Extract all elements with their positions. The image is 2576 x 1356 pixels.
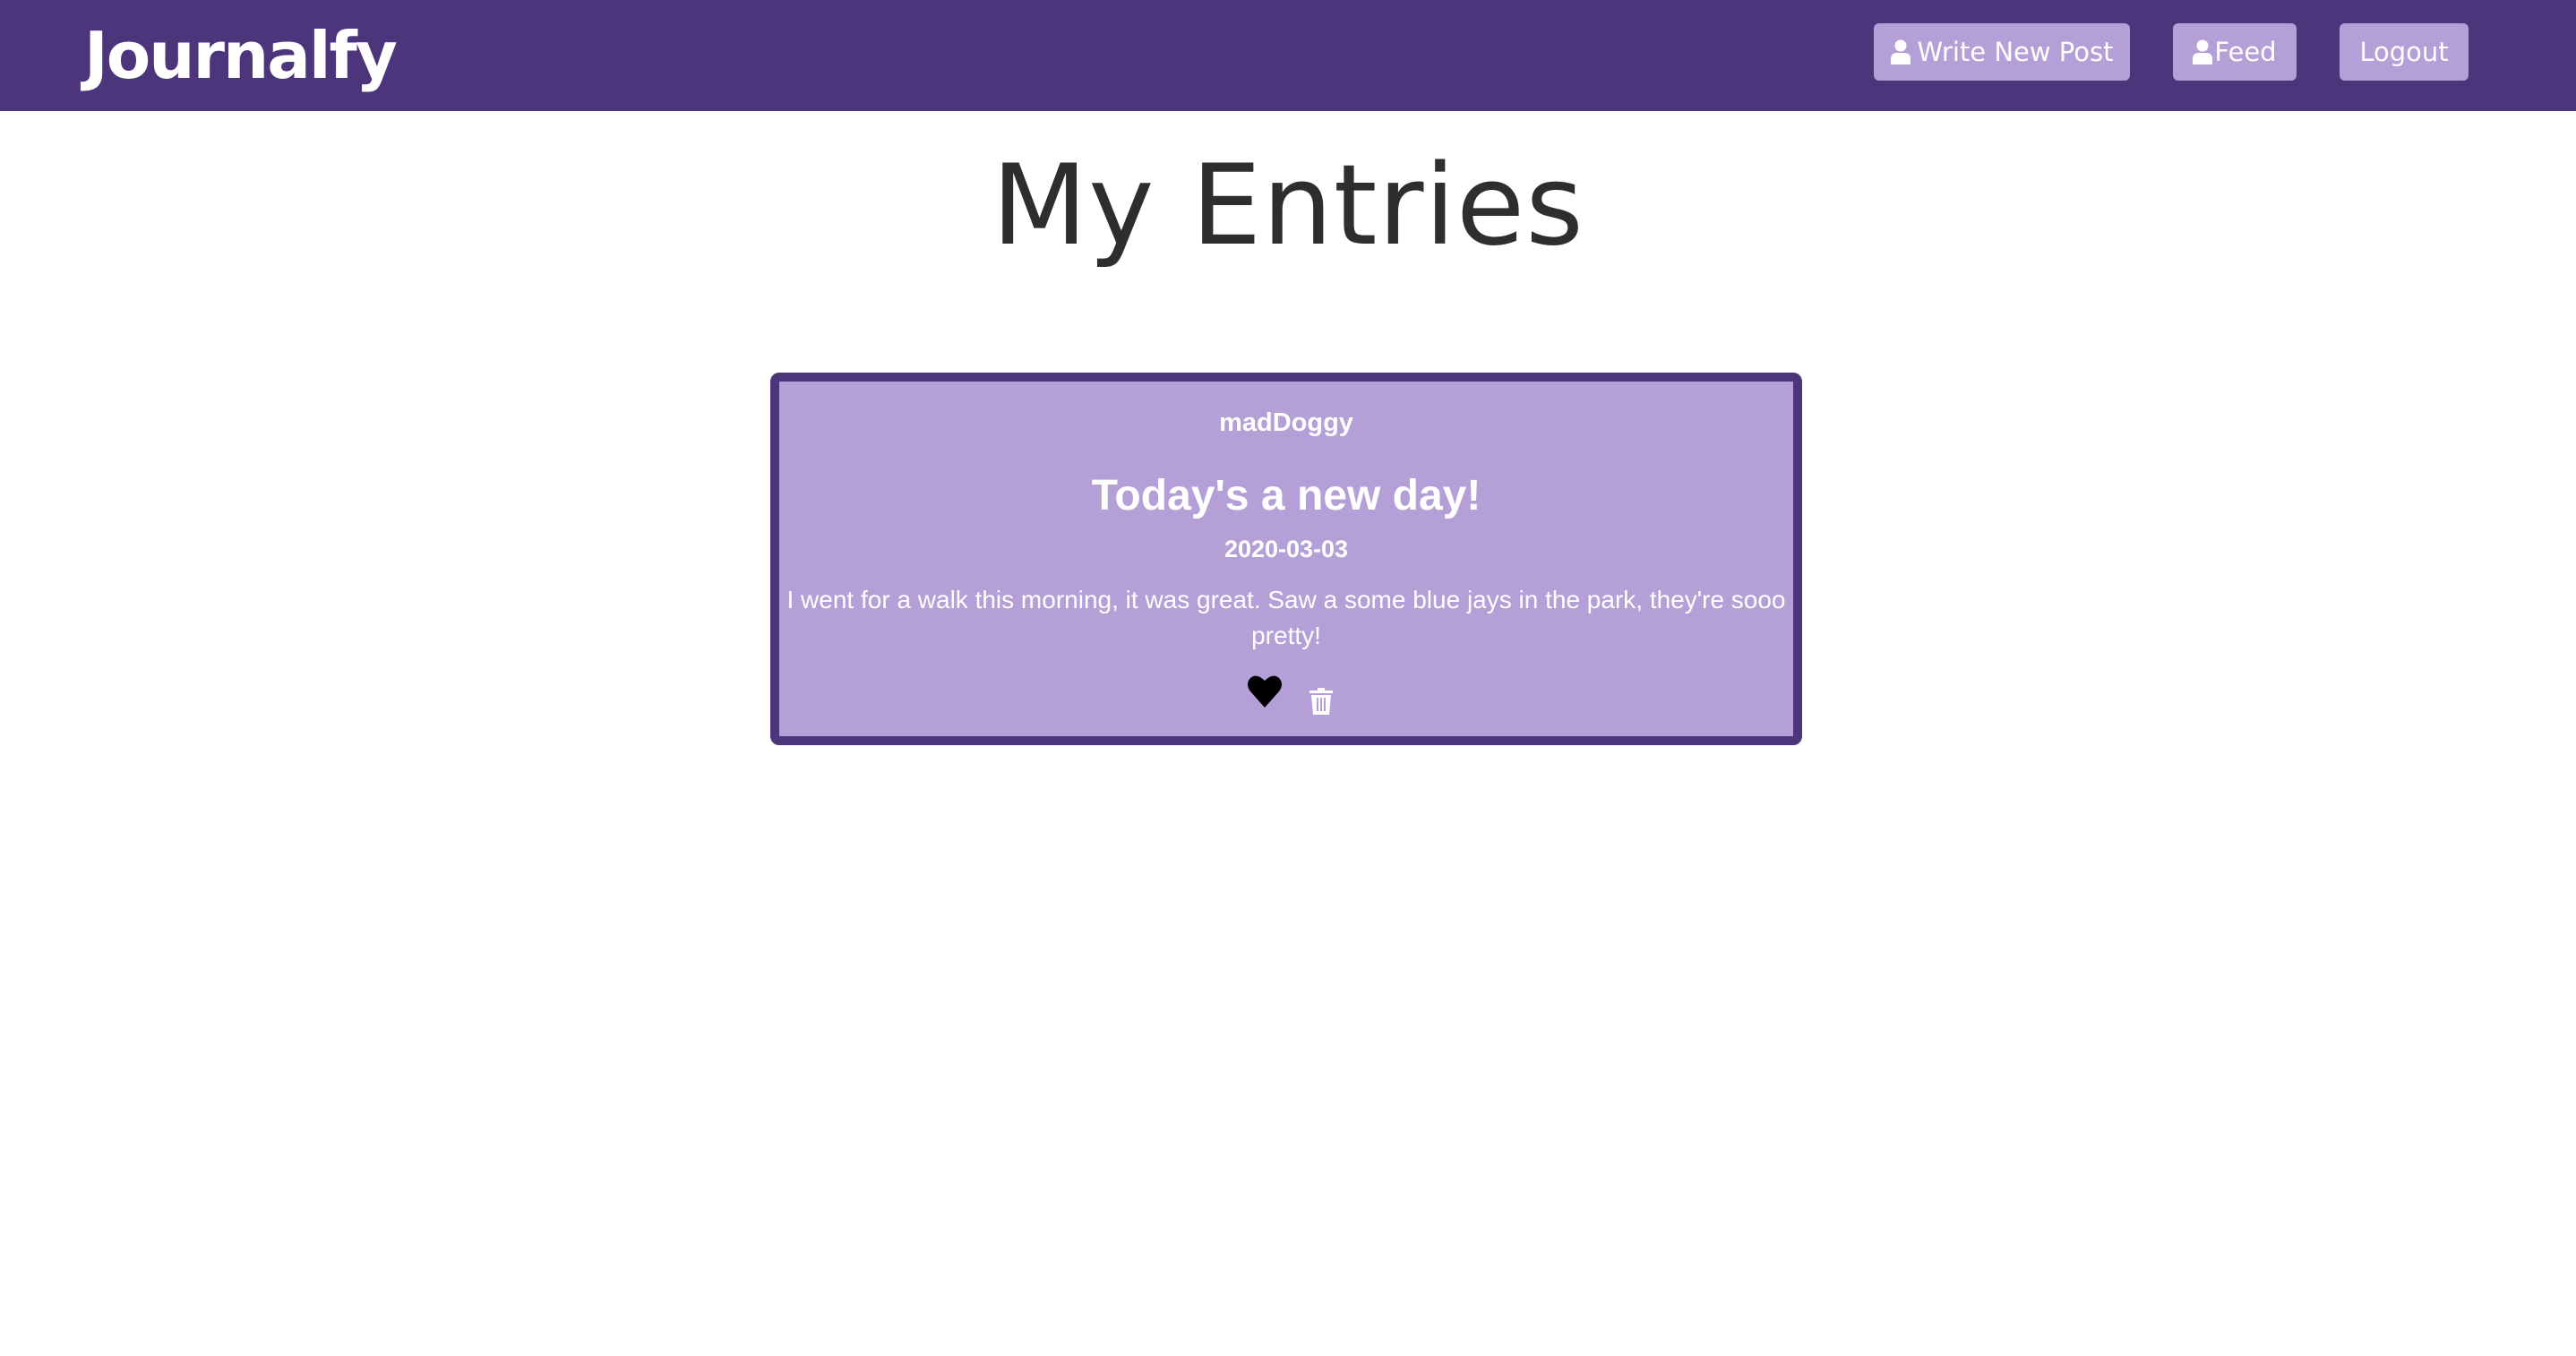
user-icon	[2193, 39, 2213, 64]
write-new-post-label: Write New Post	[1917, 37, 2114, 67]
journal-entry-card: madDoggy Today's a new day! 2020-03-03 I…	[770, 373, 1802, 745]
entry-title: Today's a new day!	[1091, 472, 1481, 519]
entry-author: madDoggy	[1219, 408, 1353, 437]
feed-label: Feed	[2214, 37, 2277, 67]
logout-label: Logout	[2359, 37, 2449, 67]
user-icon	[1890, 39, 1911, 64]
entry-body: I went for a walk this morning, it was g…	[786, 586, 1786, 649]
trash-icon[interactable]	[1309, 688, 1333, 715]
app-logo[interactable]: Journalfy	[84, 18, 398, 93]
entry-date: 2020-03-03	[1224, 536, 1349, 562]
entry-actions	[779, 668, 1793, 731]
write-new-post-button[interactable]: Write New Post	[1874, 23, 2130, 81]
logout-button[interactable]: Logout	[2340, 23, 2469, 81]
heart-icon[interactable]	[1247, 674, 1283, 709]
feed-button[interactable]: Feed	[2173, 23, 2297, 81]
page-title: My Entries	[992, 142, 1584, 270]
top-navbar: Journalfy Write New Post Feed Logout	[0, 0, 2576, 111]
